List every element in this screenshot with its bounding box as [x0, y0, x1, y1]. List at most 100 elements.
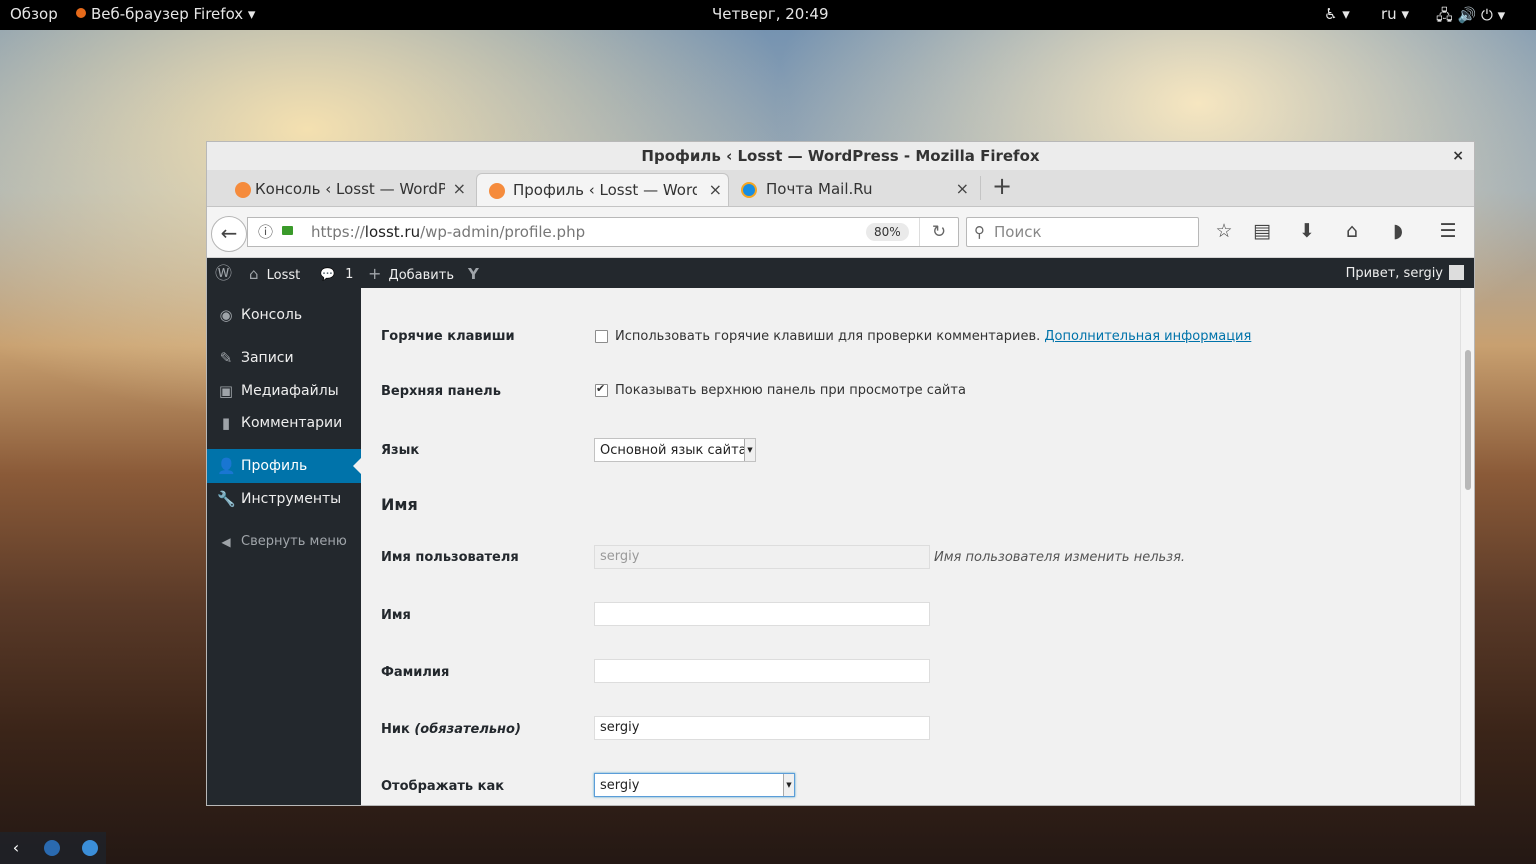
comment-bubble-icon: ▮	[221, 414, 231, 432]
collapse-arrow-icon: ◀	[221, 535, 231, 549]
wp-body: ◉ Консоль ✎ Записи ▣ Медиафайлы ▮ Коммен…	[207, 288, 1474, 805]
site-name-link[interactable]: ⌂ Losst	[249, 258, 300, 292]
mail-favicon-icon	[741, 182, 757, 198]
more-info-link[interactable]: Дополнительная информация	[1044, 329, 1251, 344]
nickname-label: Ник (обязательно)	[381, 722, 521, 737]
search-input[interactable]: ⚲ Поиск	[966, 217, 1199, 247]
browser-icon[interactable]	[44, 840, 60, 856]
comments-link[interactable]: 💬 1	[320, 258, 353, 291]
reload-button[interactable]: ↻	[919, 218, 958, 246]
chevron-down-icon: ▼	[783, 774, 794, 796]
home-icon[interactable]: ⌂	[1340, 220, 1364, 242]
url-scheme: https://	[311, 223, 365, 241]
display-name-select-value: sergiy	[600, 778, 640, 793]
greeting: Привет, sergiy	[1345, 266, 1443, 281]
language-select[interactable]: Основной язык сайта ▼	[594, 438, 756, 462]
sidebar-item-profile[interactable]: 👤 Профиль	[207, 449, 361, 483]
tab-profile[interactable]: Профиль ‹ Losst — WordPress ×	[476, 173, 729, 206]
sidebar-item-label: Консоль	[241, 307, 303, 323]
app-menu[interactable]: Веб-браузер Firefox ▾	[76, 5, 255, 23]
username-field: sergiy	[594, 545, 930, 569]
url-bar[interactable]: ⓘ https://losst.ru/wp-admin/profile.php …	[247, 217, 959, 247]
sidebar-item-label: Профиль	[241, 458, 308, 474]
tab-mail[interactable]: Почта Mail.Ru ×	[735, 173, 975, 205]
comment-count: 1	[345, 267, 354, 282]
losst-favicon-icon	[489, 183, 505, 199]
username-note: Имя пользователя изменить нельзя.	[934, 550, 1186, 565]
zoom-indicator[interactable]: 80%	[866, 223, 909, 241]
close-window-button[interactable]: ×	[1452, 142, 1464, 170]
nickname-field[interactable]: sergiy	[594, 716, 930, 740]
admin-sidebar: ◉ Консоль ✎ Записи ▣ Медиафайлы ▮ Коммен…	[207, 288, 361, 805]
wordpress-logo-icon[interactable]: Ⓦ	[215, 258, 232, 290]
scrollbar-thumb[interactable]	[1465, 350, 1471, 490]
chrome-icon[interactable]	[82, 840, 98, 856]
close-tab-icon[interactable]: ×	[709, 174, 722, 206]
add-new-link[interactable]: + Добавить	[368, 258, 454, 292]
sidebar-item-tools[interactable]: 🔧 Инструменты	[207, 482, 361, 516]
pocket-icon[interactable]: ◗	[1386, 220, 1410, 242]
tab-strip: Консоль ‹ Losst — WordPress × Профиль ‹ …	[207, 170, 1474, 207]
sidebar-item-label: Записи	[241, 350, 294, 366]
sidebar-item-posts[interactable]: ✎ Записи	[207, 341, 361, 375]
tab-console[interactable]: Консоль ‹ Losst — WordPress ×	[227, 173, 472, 205]
first-name-field[interactable]	[594, 602, 930, 626]
back-button[interactable]: ←	[211, 216, 247, 252]
chevron-down-icon: ▼	[744, 439, 755, 461]
plus-icon: +	[368, 264, 382, 283]
window-titlebar: Профиль ‹ Losst — WordPress - Mozilla Fi…	[207, 142, 1474, 170]
dashboard-icon: ◉	[219, 306, 233, 324]
account-menu[interactable]: Привет, sergiy	[1346, 258, 1464, 290]
bookmarks-list-icon[interactable]: ▤	[1250, 220, 1274, 242]
system-status-menu[interactable]: 🖧 🔊 ⏻ ▾	[1436, 5, 1505, 30]
pin-icon: ✎	[219, 349, 233, 367]
sidebar-item-media[interactable]: ▣ Медиафайлы	[207, 374, 361, 408]
user-icon: 👤	[217, 457, 236, 475]
new-tab-button[interactable]: +	[992, 172, 1012, 200]
url-path: /wp-admin/profile.php	[420, 223, 586, 241]
url-text[interactable]: https://losst.ru/wp-admin/profile.php	[311, 218, 585, 246]
display-name-select[interactable]: sergiy ▼	[594, 773, 795, 797]
add-new-label: Добавить	[388, 268, 454, 283]
hotkeys-label: Горячие клавиши	[381, 329, 515, 344]
language-select-value: Основной язык сайта	[600, 443, 747, 458]
first-name-label: Имя	[381, 608, 411, 623]
tab-label: Почта Mail.Ru	[766, 180, 873, 198]
close-tab-icon[interactable]: ×	[956, 173, 969, 205]
hotkeys-description: Использовать горячие клавиши для проверк…	[615, 329, 1251, 344]
chevron-left-icon[interactable]: ‹	[8, 840, 24, 856]
clock[interactable]: Четверг, 20:49	[712, 5, 828, 23]
search-placeholder: Поиск	[994, 223, 1042, 241]
yoast-seo-icon[interactable]: Y	[468, 258, 479, 290]
page-scrollbar[interactable]	[1460, 288, 1474, 805]
media-icon: ▣	[218, 382, 234, 400]
display-name-label: Отображать как	[381, 779, 505, 794]
app-menu-label: Веб-браузер Firefox ▾	[91, 5, 256, 23]
site-info-icon[interactable]: ⓘ	[258, 218, 273, 246]
sidebar-item-label: Медиафайлы	[241, 383, 339, 399]
accessibility-menu[interactable]: ♿ ▾	[1324, 5, 1350, 23]
sidebar-item-comments[interactable]: ▮ Комментарии1	[207, 406, 361, 466]
site-name: Losst	[266, 268, 301, 283]
collapse-menu-button[interactable]: ◀ Свернуть меню	[207, 525, 361, 559]
top-bar: Обзор Веб-браузер Firefox ▾ Четверг, 20:…	[0, 0, 1536, 30]
hotkeys-checkbox[interactable]	[595, 330, 608, 343]
sidebar-item-dashboard[interactable]: ◉ Консоль	[207, 298, 361, 332]
bookmark-star-icon[interactable]: ☆	[1212, 220, 1236, 242]
last-name-label: Фамилия	[381, 665, 450, 680]
keyboard-layout-menu[interactable]: ru ▾	[1381, 5, 1409, 23]
download-icon[interactable]: ⬇	[1295, 220, 1319, 242]
nickname-label-text: Ник	[381, 722, 410, 737]
firefox-window: Профиль ‹ Losst — WordPress - Mozilla Fi…	[206, 141, 1475, 806]
language-label: Язык	[381, 443, 420, 458]
navigation-toolbar: ← ⓘ https://losst.ru/wp-admin/profile.ph…	[207, 207, 1474, 258]
search-icon: ⚲	[974, 223, 985, 241]
firefox-icon	[76, 8, 86, 18]
toolbar-checkbox[interactable]	[595, 382, 608, 397]
close-tab-icon[interactable]: ×	[453, 173, 466, 205]
last-name-field[interactable]	[594, 659, 930, 683]
hamburger-menu-icon[interactable]: ☰	[1436, 220, 1460, 242]
wrench-icon: 🔧	[217, 490, 236, 508]
home-icon: ⌂	[249, 265, 259, 283]
activities-button[interactable]: Обзор	[10, 5, 58, 23]
